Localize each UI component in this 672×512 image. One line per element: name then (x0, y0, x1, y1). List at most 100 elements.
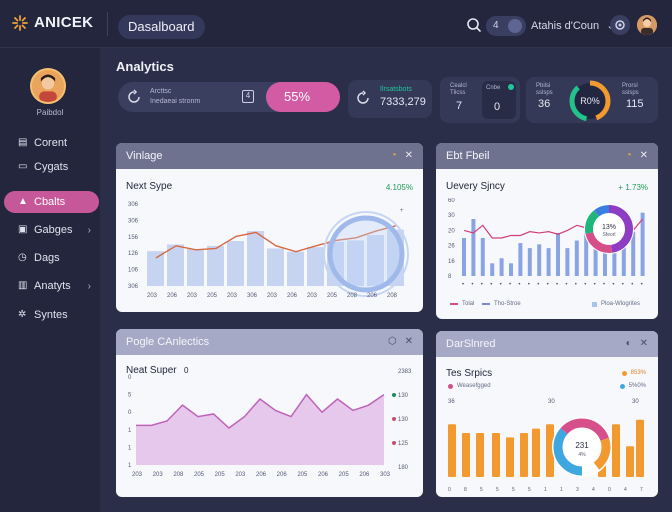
x-tick-label: • (631, 282, 633, 288)
bar-line-chart: 306 306 156 126 106 306 +203 206 203 205 203 306 203… (128, 202, 409, 299)
y-tick-label: 20 (448, 228, 455, 234)
legend-dot (448, 383, 453, 389)
close-icon[interactable]: ✕ (405, 150, 413, 161)
right-tick-label: 130 (398, 393, 409, 399)
sidebar-item-corent[interactable]: ▤ Corent (4, 132, 99, 154)
x-tick-label: 208 (347, 293, 358, 299)
bar (287, 251, 304, 286)
settings-avatar[interactable] (610, 15, 630, 35)
area-chart: 0 5 0 1 1 1 2383 130 130 125 180 203 203 208 205 205 203… (128, 369, 412, 478)
close-icon[interactable]: ✕ (405, 336, 413, 347)
sidebar-item-anatyts[interactable]: ▥ Anatyts › (4, 275, 99, 297)
right-tick-label: 130 (398, 417, 409, 423)
gear-icon: ✲ (18, 309, 27, 320)
y-tick-label: 306 (128, 202, 139, 208)
bar (626, 446, 634, 477)
sidebar-item-cygats[interactable]: ▭ Cygats (4, 156, 99, 178)
y-tick-label: 26 (448, 244, 455, 250)
user-avatar[interactable] (637, 15, 657, 35)
card-header: DarSlnred ◐ ✕ (436, 331, 658, 357)
legend-dot (392, 417, 396, 421)
dashboard-tab[interactable]: Dasalboard (118, 15, 205, 39)
sidebar-item-gabges[interactable]: ▣ Gabges › (4, 219, 99, 241)
shield-icon[interactable]: ⬡ (388, 336, 397, 347)
bar (532, 428, 540, 477)
stat-card-counts[interactable]: Cealcl Tlicss 7 Cnbe 0 (440, 77, 520, 123)
x-tick-label: • (547, 282, 549, 288)
pie-icon[interactable]: ◔ (626, 150, 632, 161)
y-tick-label: 60 (448, 198, 455, 204)
sidebar-item-label: Gabges (34, 224, 73, 236)
stat-card-ring[interactable]: Pbilsi sslsps 36 R0% Prorsl sslsps 115 (526, 77, 658, 123)
stat-label: sslsps (622, 90, 639, 96)
x-tick-label: 0 (448, 487, 451, 493)
close-icon[interactable]: ✕ (640, 150, 648, 161)
x-tick-label: 203 (147, 293, 158, 299)
card-title: Vinlage (126, 150, 163, 162)
x-tick-label: 0 (608, 487, 611, 493)
x-tick-label: • (594, 282, 596, 288)
bar (520, 433, 528, 477)
donut-sub: 4% (578, 452, 586, 458)
stat-value-pill[interactable]: 55% (266, 82, 340, 112)
profile-avatar[interactable] (30, 68, 66, 104)
stat-card-ratio[interactable]: Arcttsc Inedaeai stronm 4 55% (118, 82, 340, 112)
sparkle-icon (12, 14, 28, 31)
settings-icon[interactable]: ◐ (626, 338, 632, 349)
card-vintage: Vinlage ◔ ✕ Next Sype 4.105% 306 306 156 12… (116, 143, 423, 312)
legend-label: Tho-Stroe (494, 301, 521, 307)
x-tick-label: 203 (187, 293, 198, 299)
sidebar-item-label: Corent (34, 137, 68, 149)
tick-label: 30 (548, 399, 555, 405)
toggle-knob (508, 19, 522, 33)
x-tick-label: • (556, 282, 558, 288)
sidebar-item-syntes[interactable]: ✲ Syntes (4, 304, 99, 326)
brand-logo[interactable]: ANICEK (12, 14, 93, 31)
bar (227, 240, 244, 286)
y-tick-label: 306 (128, 284, 139, 290)
bar (462, 433, 470, 477)
gear-icon (615, 20, 625, 30)
x-tick-label: 206 (167, 293, 178, 299)
legend-label: Ploa-Wlogrites (601, 301, 641, 307)
legend-dot (621, 370, 627, 376)
stat-card-total[interactable]: Ilrsatsbots 7333,279 (348, 80, 432, 118)
x-tick-label: 306 (247, 293, 258, 299)
x-tick-label: • (471, 282, 473, 288)
stat-value: 7 (456, 100, 463, 112)
legend-item: Tolal (450, 301, 474, 307)
y-tick-label: 306 (128, 218, 139, 224)
metric-change: + 1.73% (618, 183, 648, 192)
bar (640, 212, 645, 276)
stat-label: Ilrsatsbots (380, 86, 412, 93)
y-tick-label: 0 (128, 375, 132, 381)
legend-dot (392, 393, 396, 397)
x-tick-label: • (603, 282, 605, 288)
right-tick-label: 2383 (398, 369, 412, 375)
search-icon[interactable] (466, 17, 482, 33)
bar (574, 240, 579, 276)
chevron-right-icon: › (87, 224, 91, 236)
stat-value: 36 (538, 98, 551, 110)
x-tick-label: 203 (132, 472, 143, 478)
close-icon[interactable]: ✕ (640, 338, 648, 349)
x-tick-label: 205 (327, 293, 338, 299)
bar (448, 424, 456, 477)
x-tick-label: 5 (480, 487, 483, 493)
pie-icon[interactable]: ◔ (391, 150, 397, 161)
sidebar-item-dags[interactable]: ◷ Dags (4, 247, 99, 269)
legend-swatch (450, 303, 458, 305)
x-tick-label: 205 (297, 472, 308, 478)
sidebar-item-label: Syntes (34, 309, 68, 321)
x-tick-label: • (481, 282, 483, 288)
briefcase-icon: ▣ (18, 224, 28, 235)
sidebar-item-cbalts[interactable]: ▲ Cbalts (4, 191, 99, 213)
sidebar-item-label: Dags (34, 252, 60, 264)
theme-toggle[interactable]: 4 (486, 16, 526, 36)
legend-swatch (592, 301, 597, 307)
user-menu[interactable]: Atahis d'Coun ⌄ (531, 19, 615, 32)
stat-label-sub: Inedaeai stronm (150, 98, 201, 105)
bar (480, 238, 485, 276)
stat-label-title: Arcttsc (150, 88, 172, 95)
refresh-icon (357, 90, 369, 104)
